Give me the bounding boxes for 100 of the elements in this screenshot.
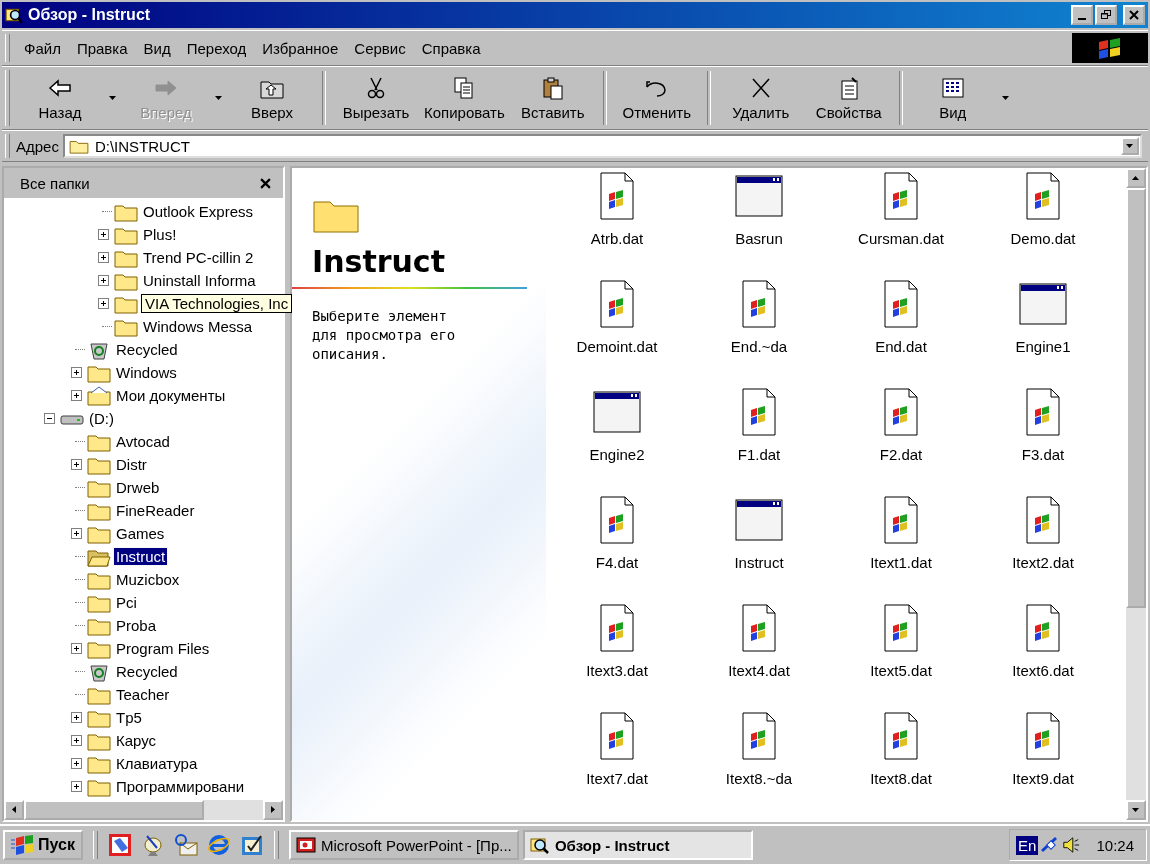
file-name[interactable]: Itext1.dat bbox=[870, 554, 932, 571]
file-name[interactable]: Engine1 bbox=[1015, 338, 1071, 355]
taskbar-button[interactable]: Обзор - Instruct bbox=[522, 830, 753, 860]
folder-item[interactable]: Program Files bbox=[114, 640, 212, 657]
restore-button[interactable] bbox=[1095, 5, 1117, 25]
notepad-icon[interactable] bbox=[239, 833, 264, 857]
folder-item[interactable]: (D:) bbox=[87, 410, 116, 427]
expand-toggle[interactable] bbox=[97, 229, 109, 240]
file-name[interactable]: Itext2.dat bbox=[1012, 554, 1074, 571]
folder-item[interactable]: Программировани bbox=[114, 778, 247, 795]
document-icon bbox=[1023, 388, 1063, 436]
folder-item[interactable]: Windows bbox=[114, 364, 179, 381]
file-name[interactable]: Engine2 bbox=[589, 446, 645, 463]
file-name[interactable]: Instruct bbox=[734, 554, 784, 571]
folder-item[interactable]: Plus! bbox=[141, 226, 179, 243]
plus-icon bbox=[71, 644, 81, 653]
file-name[interactable]: Itext6.dat bbox=[1012, 662, 1074, 679]
document-icon bbox=[597, 604, 637, 652]
expand-toggle[interactable] bbox=[70, 367, 82, 378]
folder-item[interactable]: Клавиатура bbox=[114, 755, 200, 772]
expand-toggle[interactable] bbox=[70, 758, 82, 769]
file-name[interactable]: Atrb.dat bbox=[590, 230, 644, 247]
documents-folder-icon bbox=[87, 385, 111, 406]
file-name[interactable]: Cursman.dat bbox=[858, 230, 944, 247]
file-name[interactable]: F4.dat bbox=[595, 554, 639, 571]
folder-item[interactable]: Instruct bbox=[114, 548, 168, 565]
file-name[interactable]: Itext5.dat bbox=[870, 662, 932, 679]
document-icon bbox=[881, 496, 921, 544]
file-name[interactable]: F3.dat bbox=[1021, 446, 1065, 463]
scrollbar[interactable] bbox=[4, 800, 283, 820]
plus-icon bbox=[71, 368, 81, 377]
folder-item[interactable]: Tp5 bbox=[114, 709, 144, 726]
file-name[interactable]: Demo.dat bbox=[1010, 230, 1076, 247]
browser-icon[interactable] bbox=[206, 833, 231, 857]
plus-icon bbox=[98, 276, 108, 285]
start-button[interactable]: Пуск bbox=[3, 830, 83, 860]
file-name[interactable]: F2.dat bbox=[879, 446, 923, 463]
folder-item[interactable]: Avtocad bbox=[114, 433, 172, 450]
document-icon bbox=[881, 712, 921, 760]
collapse-toggle[interactable] bbox=[43, 413, 55, 424]
panel-title: Все папки bbox=[20, 174, 90, 192]
caret-icon bbox=[109, 96, 117, 100]
expand-toggle[interactable] bbox=[70, 712, 82, 723]
address-field[interactable]: D:\INSTRUCT bbox=[62, 134, 1142, 158]
folder-item[interactable]: Trend PC-cillin 2 bbox=[141, 249, 256, 266]
program-window-icon bbox=[593, 388, 641, 436]
language-indicator[interactable]: En bbox=[1016, 835, 1039, 855]
eraser-icon[interactable] bbox=[107, 833, 132, 857]
file-name[interactable]: Itext3.dat bbox=[586, 662, 648, 679]
document-icon bbox=[881, 172, 921, 220]
file-name[interactable]: Itext9.dat bbox=[1012, 770, 1074, 787]
file-name[interactable]: Basrun bbox=[735, 230, 783, 247]
file-name[interactable]: Itext7.dat bbox=[586, 770, 648, 787]
expand-toggle[interactable] bbox=[70, 781, 82, 792]
folder-item[interactable]: Recycled bbox=[114, 341, 180, 358]
document-icon bbox=[739, 604, 779, 652]
folder-item[interactable]: Recycled bbox=[114, 663, 180, 680]
file-name[interactable]: F1.dat bbox=[737, 446, 781, 463]
expand-toggle[interactable] bbox=[70, 528, 82, 539]
caret-icon bbox=[1121, 137, 1139, 155]
minimize-button[interactable] bbox=[1071, 5, 1093, 25]
folder-item[interactable]: Distr bbox=[114, 456, 149, 473]
document-icon bbox=[1023, 172, 1063, 220]
folder-item[interactable]: Proba bbox=[114, 617, 159, 634]
file-name[interactable]: Itext8.~da bbox=[725, 770, 793, 787]
expand-toggle[interactable] bbox=[97, 298, 109, 309]
file-name[interactable]: Itext8.dat bbox=[870, 770, 932, 787]
document-icon bbox=[1023, 712, 1063, 760]
expand-toggle[interactable] bbox=[97, 252, 109, 263]
close-icon bbox=[259, 177, 271, 189]
file-name[interactable]: Itext4.dat bbox=[728, 662, 790, 679]
right-arrow-icon bbox=[271, 806, 275, 814]
folder-item[interactable]: Muzicbox bbox=[114, 571, 182, 588]
file-name[interactable]: Demoint.dat bbox=[576, 338, 658, 355]
mail-icon[interactable] bbox=[173, 833, 198, 857]
up-arrow-icon bbox=[1132, 176, 1140, 180]
folder-item[interactable]: Карус bbox=[114, 732, 159, 749]
folder-item[interactable]: Мои документы bbox=[114, 387, 228, 404]
folder-item[interactable]: Pci bbox=[114, 594, 139, 611]
expand-toggle[interactable] bbox=[70, 643, 82, 654]
taskbar-button[interactable]: Microsoft PowerPoint - [Пр... bbox=[288, 830, 519, 860]
plus-icon bbox=[71, 391, 81, 400]
folder-item[interactable]: Teacher bbox=[114, 686, 172, 703]
expand-toggle[interactable] bbox=[70, 459, 82, 470]
folder-item[interactable]: Outlook Express bbox=[141, 203, 256, 220]
caret-icon bbox=[1001, 96, 1010, 100]
close-button[interactable] bbox=[1123, 5, 1145, 25]
file-name[interactable]: End.dat bbox=[875, 338, 927, 355]
expand-toggle[interactable] bbox=[97, 275, 109, 286]
folder-item[interactable]: Drweb bbox=[114, 479, 162, 496]
speaker-icon[interactable] bbox=[1062, 835, 1081, 855]
expand-toggle[interactable] bbox=[70, 735, 82, 746]
folder-item[interactable]: FineReader bbox=[114, 502, 197, 519]
folder-item[interactable]: Games bbox=[114, 525, 167, 542]
scrollbar[interactable] bbox=[1126, 168, 1146, 820]
folder-item[interactable]: Uninstall Informa bbox=[141, 272, 258, 289]
folder-item[interactable]: Windows Messa bbox=[141, 318, 255, 335]
file-name[interactable]: End.~da bbox=[730, 338, 788, 355]
document-icon bbox=[739, 712, 779, 760]
expand-toggle[interactable] bbox=[70, 390, 82, 401]
